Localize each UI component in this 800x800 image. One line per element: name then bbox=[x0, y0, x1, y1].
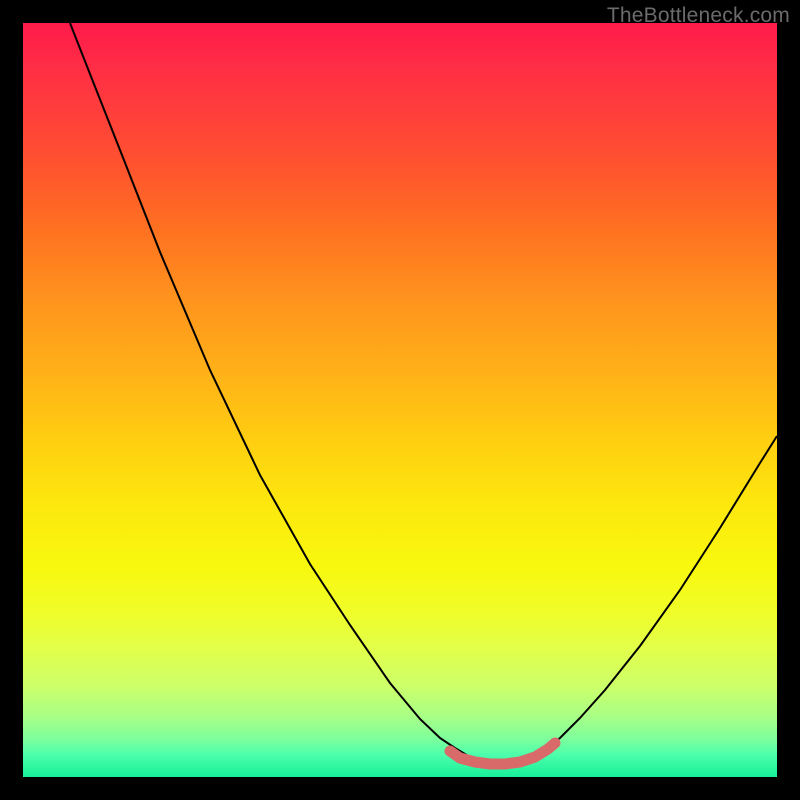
watermark-text: TheBottleneck.com bbox=[607, 4, 790, 28]
gradient-plot-area bbox=[23, 23, 777, 777]
